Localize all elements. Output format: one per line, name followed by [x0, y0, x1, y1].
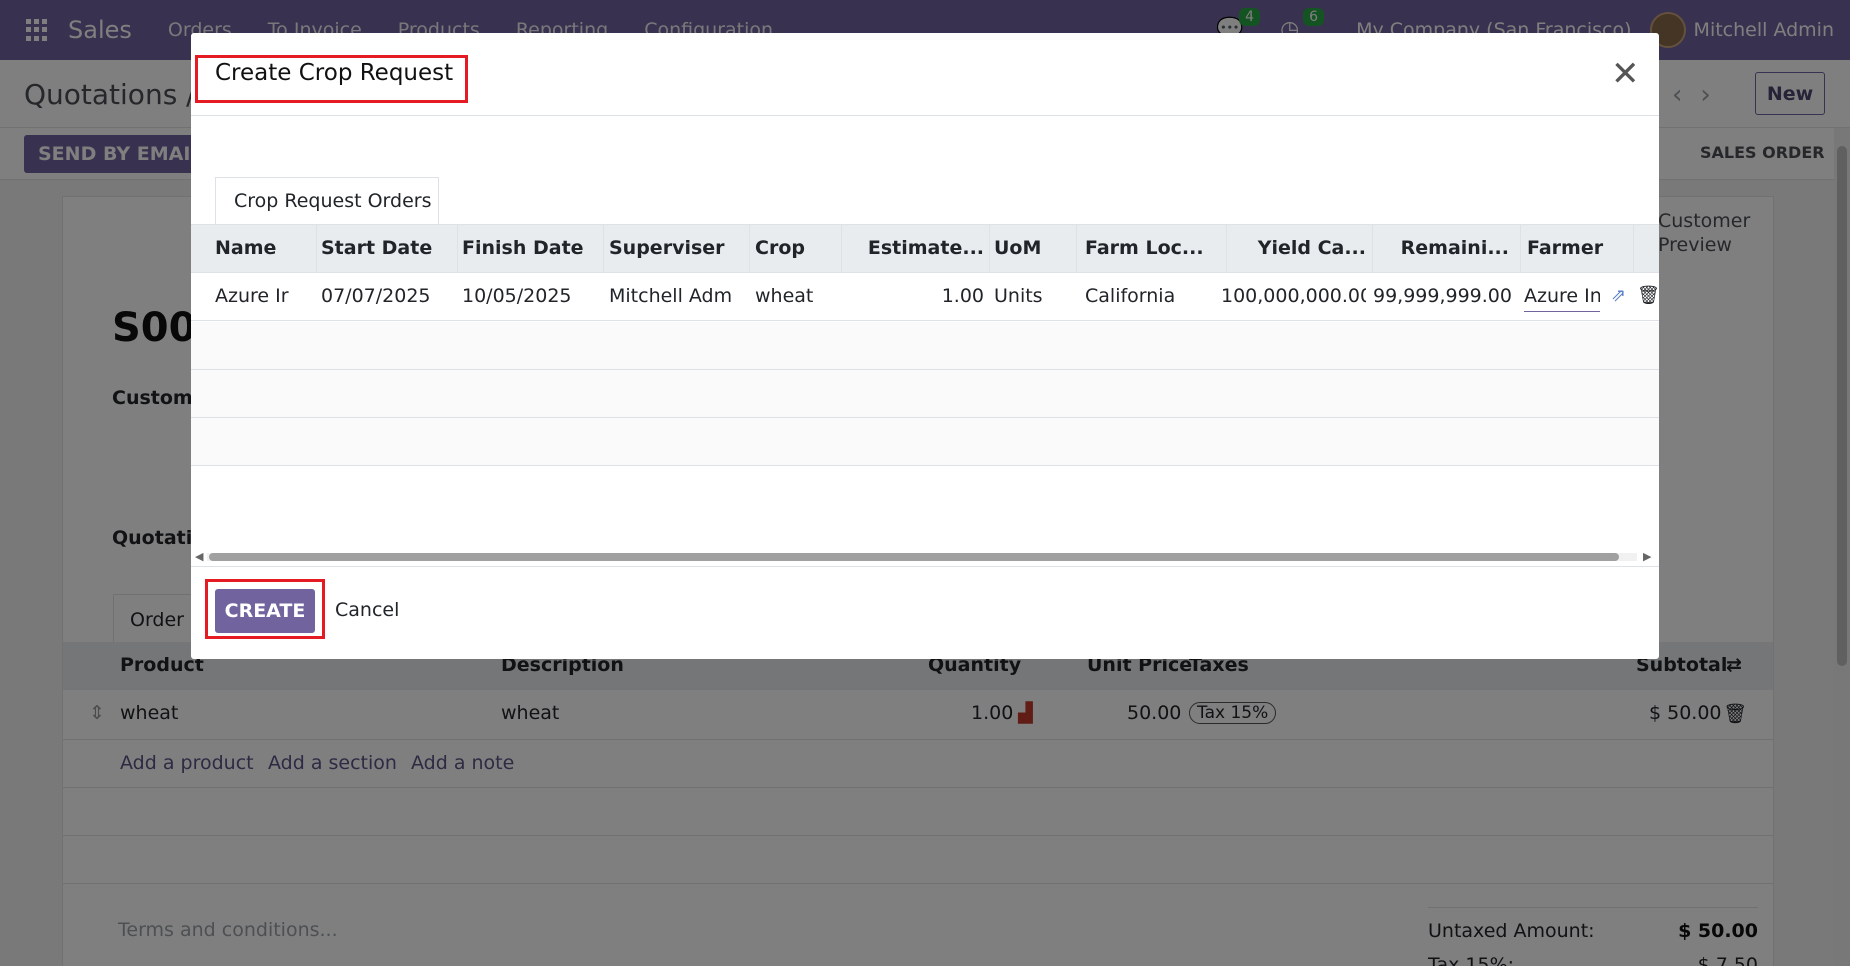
- col-crop[interactable]: Crop: [755, 237, 835, 259]
- crop-request-grid: Name Start Date Finish Date Superviser C…: [191, 224, 1659, 514]
- col-uom[interactable]: UoM: [994, 237, 1074, 259]
- cell-uom[interactable]: Units: [994, 285, 1074, 307]
- col-estimate[interactable]: Estimate...: [846, 237, 984, 259]
- trash-icon[interactable]: 🗑: [1637, 285, 1659, 306]
- create-crop-request-dialog: Create Crop Request ✕ Crop Request Order…: [191, 33, 1659, 659]
- col-yield-capacity[interactable]: Yield Ca...: [1231, 237, 1366, 259]
- close-icon[interactable]: ✕: [1611, 57, 1640, 91]
- col-start-date[interactable]: Start Date: [321, 237, 451, 259]
- create-button[interactable]: CREATE: [215, 589, 315, 633]
- cell-crop[interactable]: wheat: [755, 285, 835, 307]
- tab-crop-request-orders[interactable]: Crop Request Orders: [215, 177, 439, 225]
- cell-start-date[interactable]: 07/07/2025: [321, 285, 451, 307]
- col-superviser[interactable]: Superviser: [609, 237, 744, 259]
- cell-finish-date[interactable]: 10/05/2025: [462, 285, 602, 307]
- col-name[interactable]: Name: [215, 237, 295, 259]
- cancel-button[interactable]: Cancel: [335, 599, 399, 621]
- cell-remaining[interactable]: 99,999,999.00: [1372, 285, 1512, 307]
- scroll-right-icon[interactable]: ▶: [1643, 550, 1651, 563]
- empty-row: [191, 370, 1659, 418]
- cell-yield-capacity[interactable]: 100,000,000.00: [1221, 285, 1366, 307]
- modal-footer: CREATE Cancel: [191, 566, 1659, 659]
- empty-row: [191, 418, 1659, 466]
- table-row[interactable]: Azure Ir 07/07/2025 10/05/2025 Mitchell …: [191, 273, 1659, 321]
- cell-name[interactable]: Azure Ir: [215, 285, 291, 307]
- col-finish-date[interactable]: Finish Date: [462, 237, 602, 259]
- external-link-icon[interactable]: ⇗: [1611, 285, 1633, 306]
- empty-row: [191, 322, 1659, 370]
- cell-farmer[interactable]: Azure Int: [1524, 285, 1600, 312]
- cell-estimate[interactable]: 1.00: [846, 285, 984, 307]
- modal-title: Create Crop Request: [215, 60, 454, 86]
- horizontal-scrollbar[interactable]: ◀ ▶: [191, 548, 1659, 564]
- cell-superviser[interactable]: Mitchell Adm: [609, 285, 735, 307]
- grid-header: Name Start Date Finish Date Superviser C…: [191, 225, 1659, 273]
- modal-header: Create Crop Request ✕: [191, 33, 1659, 116]
- cell-farm-location[interactable]: California: [1085, 285, 1220, 307]
- col-remaining[interactable]: Remaini...: [1377, 237, 1509, 259]
- col-farm-location[interactable]: Farm Loc...: [1085, 237, 1220, 259]
- col-farmer[interactable]: Farmer: [1527, 237, 1627, 259]
- scroll-left-icon[interactable]: ◀: [195, 550, 203, 563]
